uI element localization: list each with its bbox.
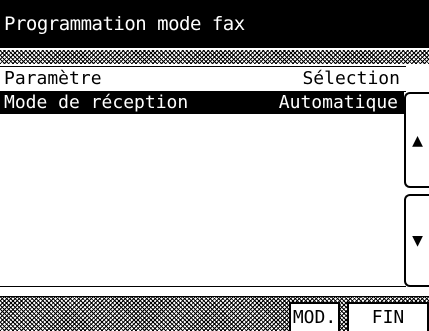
arrow-down-icon: ▼	[412, 230, 423, 251]
scroll-down-button[interactable]: ▼	[404, 194, 429, 287]
list-item-value: Automatique	[278, 92, 398, 113]
screen-title: Programmation mode fax	[0, 0, 429, 48]
column-param-label: Paramètre	[4, 68, 102, 89]
settings-list: Mode de réception Automatique	[0, 91, 406, 287]
column-header: Paramètre Sélection	[0, 66, 406, 90]
mod-button[interactable]: MOD.	[289, 302, 340, 331]
column-selection-label: Sélection	[302, 68, 400, 89]
list-item[interactable]: Mode de réception Automatique	[0, 92, 404, 114]
arrow-up-icon: ▲	[412, 129, 423, 151]
list-item-param: Mode de réception	[4, 92, 189, 113]
header-divider	[0, 50, 429, 64]
scroll-up-button[interactable]: ▲	[404, 92, 429, 188]
fin-button[interactable]: FIN	[347, 302, 429, 331]
